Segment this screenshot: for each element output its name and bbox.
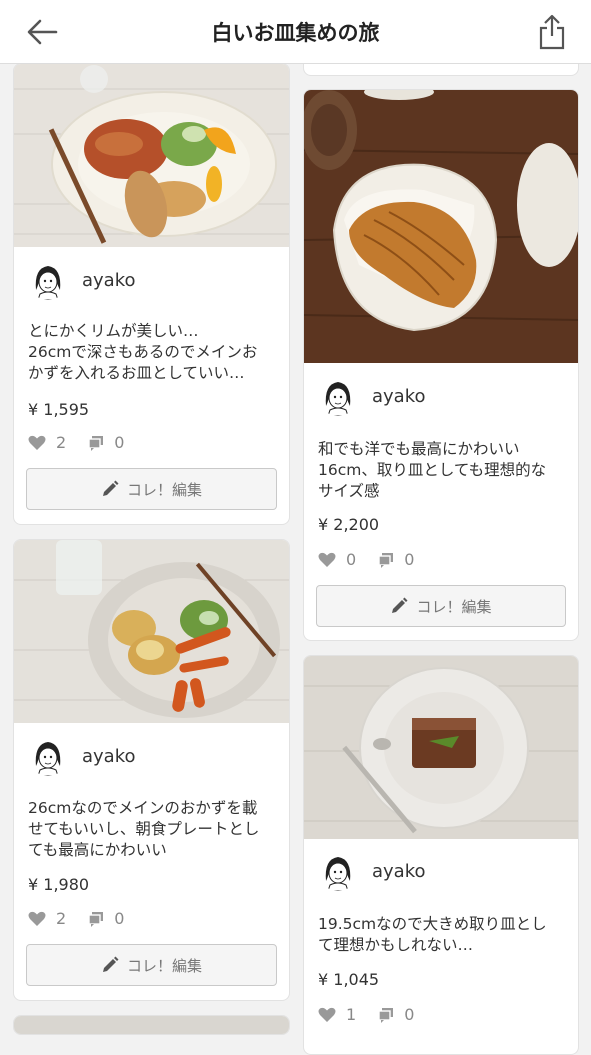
edit-button[interactable]: コレ！編集 (316, 585, 566, 627)
product-card[interactable]: ayako とにかくリムが美しい… 26cmで深さもあるのでメインお かずを入れ… (13, 63, 290, 525)
comment-icon[interactable] (88, 911, 104, 927)
description-line: かずを入れるお皿としていい… (28, 364, 245, 382)
stats-row: 0 0 (318, 550, 436, 569)
user-info[interactable]: ayako (28, 736, 136, 776)
price: ¥ 1,980 (28, 875, 90, 894)
user-info[interactable]: ayako (318, 851, 426, 891)
pencil-icon (102, 956, 119, 972)
description-line: とにかくリムが美しい… (28, 322, 199, 340)
stats-row: 2 0 (28, 433, 146, 452)
heart-icon[interactable] (318, 552, 336, 568)
comment-icon[interactable] (88, 435, 104, 451)
product-photo[interactable] (304, 656, 578, 839)
comment-count: 0 (114, 433, 125, 452)
like-count: 0 (346, 550, 357, 569)
item-description: 26cmなのでメインのおかずを載 せてもいいし、朝食プレートとし ても最高にかわ… (28, 798, 275, 861)
item-description: 和でも洋でも最高にかわいい 16cm、取り皿としても理想的な サイズ感 (318, 439, 564, 502)
description-line: ても最高にかわいい (28, 841, 167, 859)
stats-row: 1 0 (318, 1005, 436, 1024)
price: ¥ 2,200 (318, 515, 380, 534)
username: ayako (372, 860, 426, 882)
edit-button-label: コレ！編集 (416, 597, 492, 616)
avatar (318, 851, 358, 891)
stats-row: 2 0 (28, 909, 146, 928)
share-icon[interactable] (535, 12, 569, 52)
item-description: 19.5cmなので大きめ取り皿とし て理想かもしれない… (318, 914, 564, 956)
app-header: 白いお皿集めの旅 (0, 0, 591, 64)
product-photo[interactable] (14, 64, 289, 247)
edit-button-label: コレ！編集 (126, 956, 202, 975)
username: ayako (372, 385, 426, 407)
username: ayako (82, 269, 136, 291)
page-title: 白いお皿集めの旅 (211, 21, 380, 45)
comment-count: 0 (404, 550, 415, 569)
avatar (28, 260, 68, 300)
price: ¥ 1,045 (318, 970, 380, 989)
product-photo[interactable] (304, 90, 578, 363)
price: ¥ 1,595 (28, 400, 90, 419)
pencil-icon (102, 480, 119, 496)
heart-icon[interactable] (28, 435, 46, 451)
product-card[interactable]: ayako 和でも洋でも最高にかわいい 16cm、取り皿としても理想的な サイズ… (303, 89, 579, 641)
item-description: とにかくリムが美しい… 26cmで深さもあるのでメインお かずを入れるお皿として… (28, 321, 275, 384)
user-info[interactable]: ayako (28, 260, 136, 300)
comment-icon[interactable] (378, 1007, 394, 1023)
description-line: て理想かもしれない… (318, 936, 474, 954)
description-line: 16cm、取り皿としても理想的な (318, 461, 547, 479)
description-line: サイズ感 (318, 482, 380, 500)
product-photo[interactable] (14, 540, 289, 723)
edit-button[interactable]: コレ！編集 (26, 944, 277, 986)
username: ayako (82, 745, 136, 767)
heart-icon[interactable] (318, 1007, 336, 1023)
user-info[interactable]: ayako (318, 376, 426, 416)
product-card[interactable]: ayako 19.5cmなので大きめ取り皿とし て理想かもしれない… ¥ 1,0… (303, 655, 579, 1055)
avatar (318, 376, 358, 416)
pencil-icon (392, 597, 408, 613)
description-line: 19.5cmなので大きめ取り皿とし (318, 915, 547, 933)
comment-count: 0 (114, 909, 125, 928)
description-line: 26cmで深さもあるのでメインお (28, 343, 258, 361)
like-count: 2 (56, 433, 67, 452)
product-card[interactable]: ayako 26cmなのでメインのおかずを載 せてもいいし、朝食プレートとし て… (13, 539, 290, 1001)
description-line: 26cmなのでメインのおかずを載 (28, 799, 258, 817)
next-card (13, 1015, 290, 1035)
comment-count: 0 (404, 1005, 415, 1024)
avatar (28, 736, 68, 776)
description-line: せてもいいし、朝食プレートとし (28, 820, 260, 838)
photo-fragment (14, 1016, 289, 1034)
edit-button[interactable]: コレ！編集 (26, 468, 277, 510)
heart-icon[interactable] (28, 911, 46, 927)
comment-icon[interactable] (378, 552, 394, 568)
description-line: 和でも洋でも最高にかわいい (318, 440, 520, 458)
like-count: 2 (56, 909, 67, 928)
edit-button-label: コレ！編集 (126, 480, 202, 499)
like-count: 1 (346, 1005, 357, 1024)
